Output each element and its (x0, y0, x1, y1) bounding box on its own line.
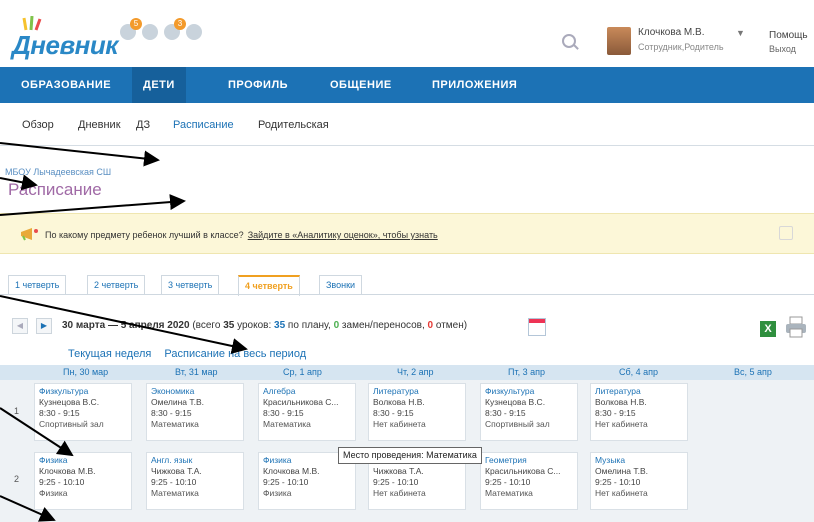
arrow (0, 194, 186, 216)
arrow (0, 407, 74, 457)
arrow (0, 174, 38, 191)
arrow (0, 495, 56, 522)
arrow (0, 295, 248, 354)
arrow (0, 142, 160, 167)
annotation-arrows (0, 142, 248, 522)
